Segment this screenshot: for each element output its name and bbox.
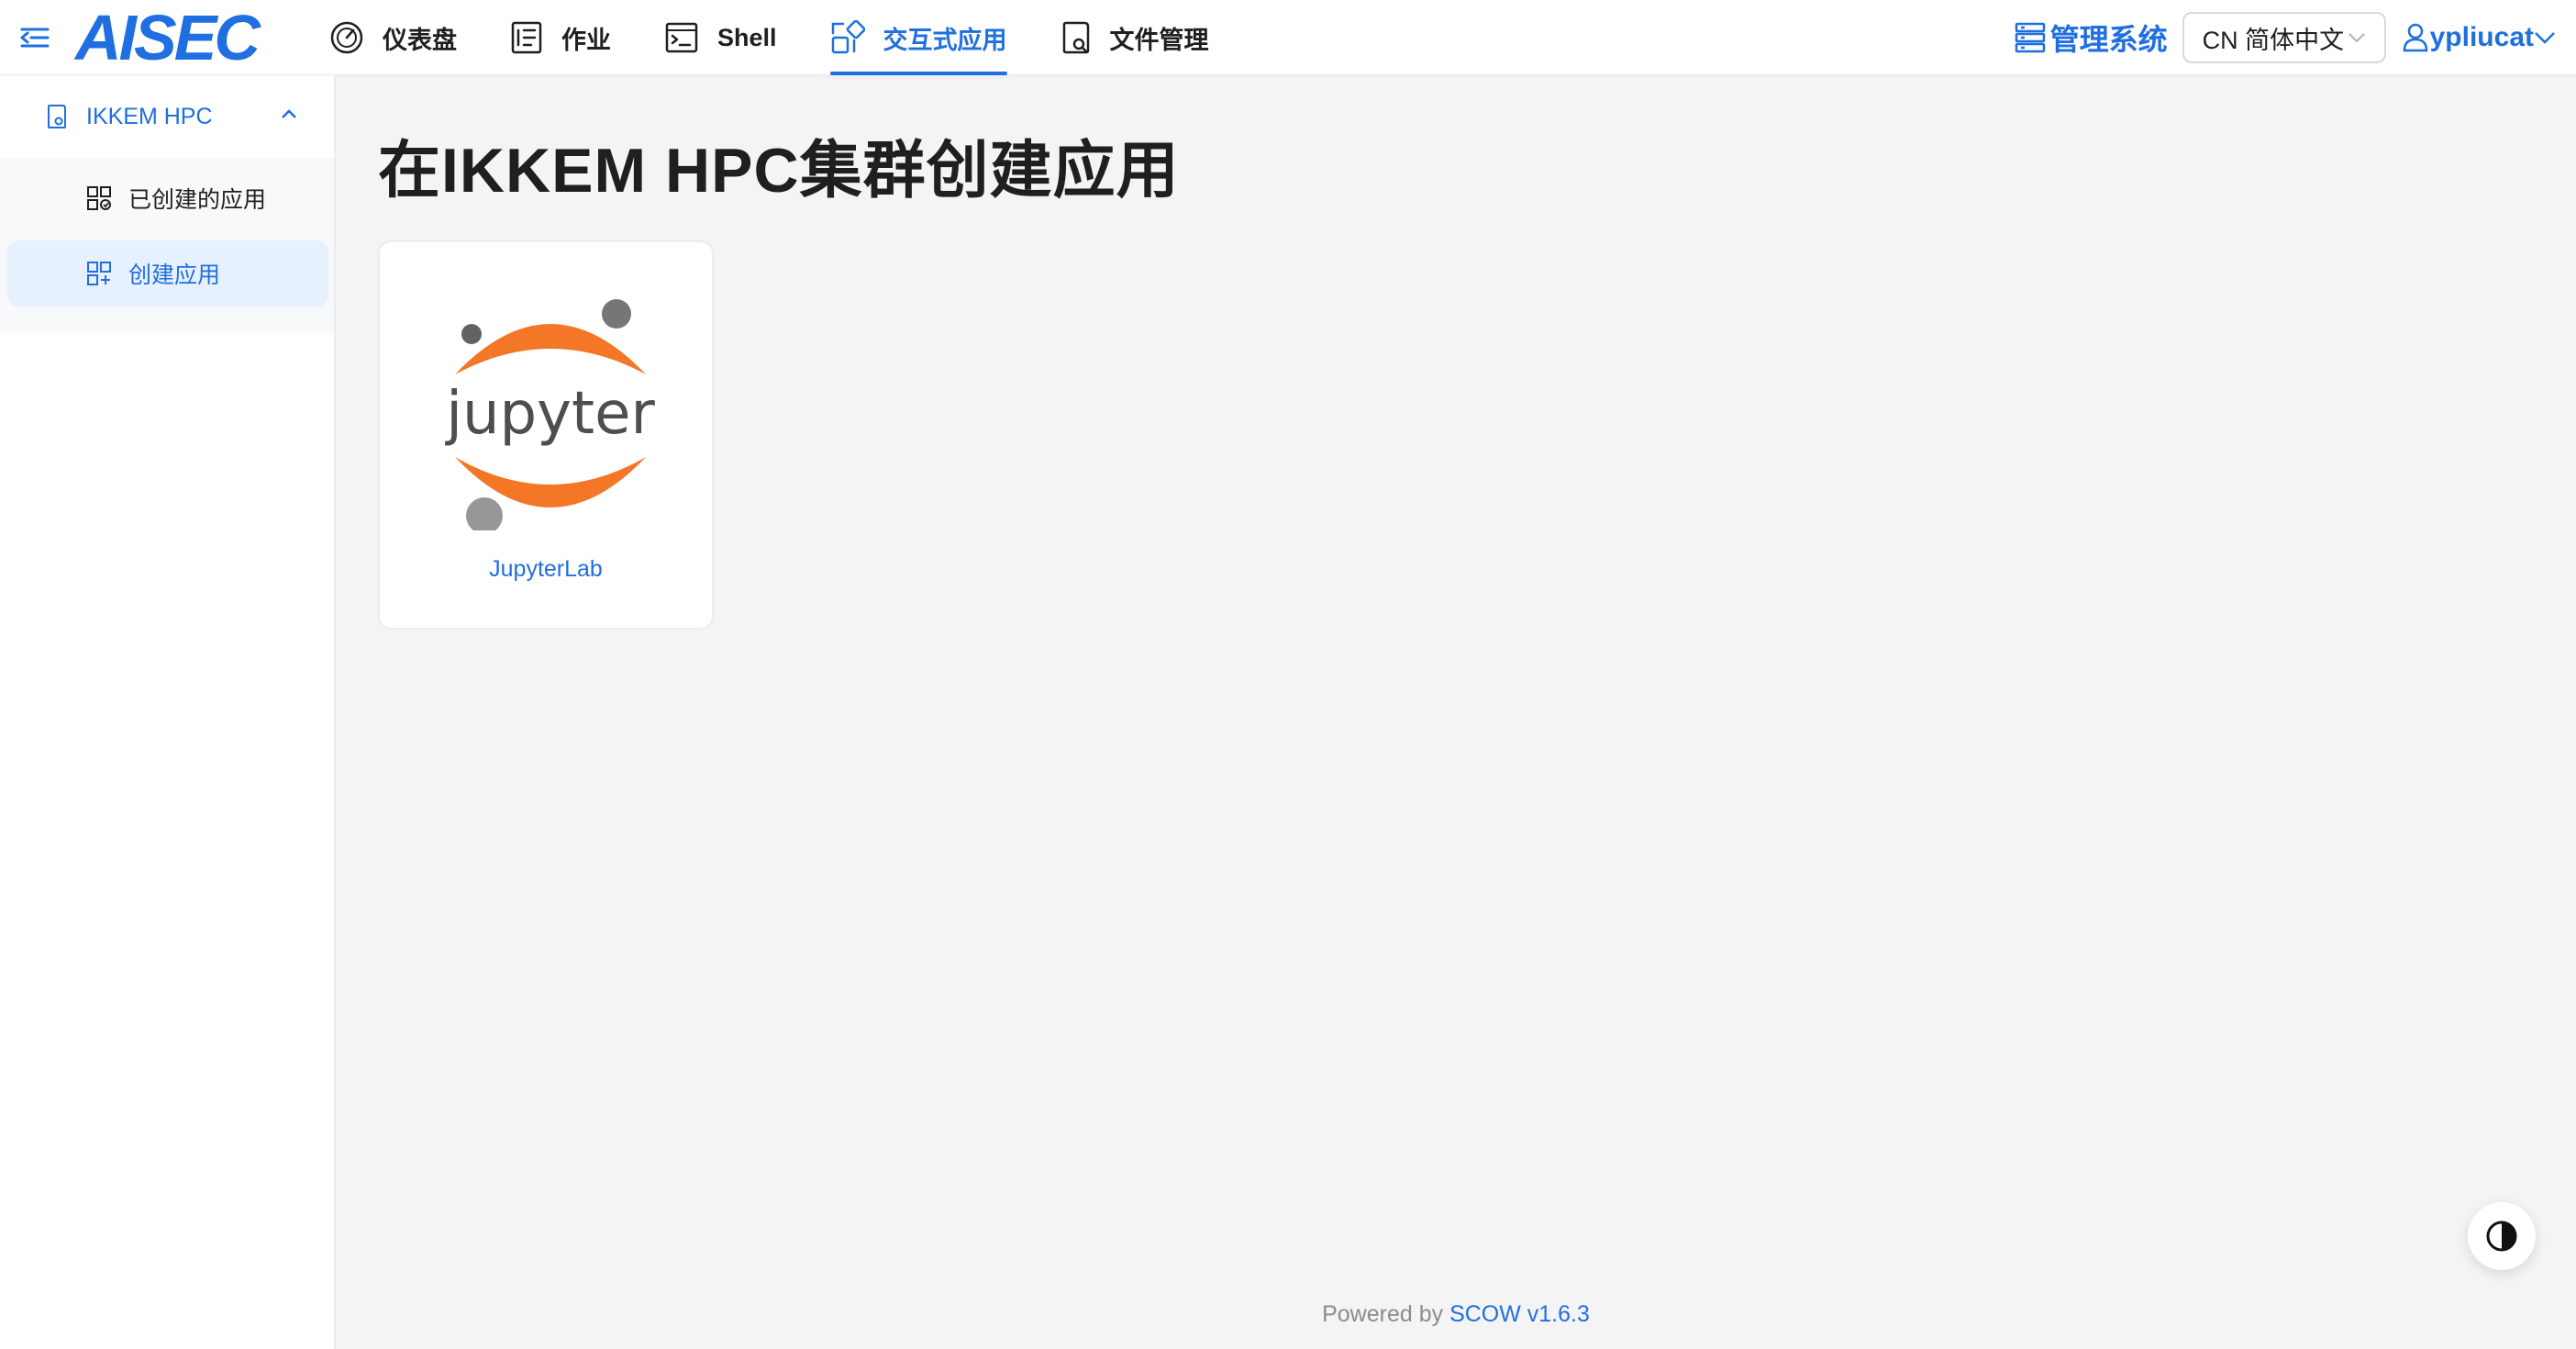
app-add-icon	[87, 262, 111, 285]
header-right: 管理系统 CN 简体中文 ypliucat	[2014, 0, 2558, 75]
sidebar-submenu: 已创建的应用 创建应用	[0, 158, 334, 332]
apps-created-icon	[87, 186, 111, 210]
terminal-icon	[665, 22, 698, 53]
language-select[interactable]: CN 简体中文	[2182, 12, 2386, 63]
server-icon	[2015, 22, 2045, 53]
admin-system-link[interactable]: 管理系统	[2014, 17, 2168, 59]
chevron-down-icon	[2535, 32, 2555, 44]
footer-prefix: Powered by	[1322, 1301, 1450, 1327]
sidebar-item-create-app[interactable]: 创建应用	[7, 240, 328, 307]
username: ypliucat	[2429, 22, 2534, 52]
nav-dashboard[interactable]: 仪表盘	[303, 0, 483, 75]
top-header: AISEC 仪表盘 作业 Shell 交互式应用 文件管理 管理系统 CN 简体…	[0, 0, 2576, 75]
admin-system-label: 管理系统	[2049, 23, 2168, 56]
page-title: 在IKKEM HPC集群创建应用	[378, 136, 1180, 206]
sidebar-group-ikkem-hpc[interactable]: IKKEM HPC	[0, 75, 334, 158]
scow-version-link[interactable]: SCOW v1.6.3	[1449, 1301, 1590, 1327]
nav-files-label: 文件管理	[1109, 26, 1209, 54]
language-value: CN 简体中文	[2202, 26, 2345, 54]
interactive-app-icon	[831, 20, 865, 54]
file-icon	[1062, 21, 1089, 54]
logo[interactable]: AISEC	[75, 2, 261, 73]
app-card-jupyterlab[interactable]: jupyter JupyterLab	[378, 240, 714, 630]
chevron-up-icon	[282, 109, 296, 118]
nav-interactive-apps-label: 交互式应用	[883, 26, 1007, 54]
sidebar-item-created-apps[interactable]: 已创建的应用	[7, 165, 328, 231]
main-nav: 仪表盘 作业 Shell 交互式应用 文件管理	[303, 0, 1236, 75]
contrast-icon	[2486, 1221, 2517, 1252]
user-menu[interactable]: ypliucat	[2403, 22, 2558, 53]
nav-dashboard-label: 仪表盘	[383, 26, 457, 54]
jupyter-logo-text: jupyter	[444, 380, 655, 448]
nav-files[interactable]: 文件管理	[1034, 0, 1236, 75]
footer: Powered by SCOW v1.6.3	[336, 1301, 2576, 1328]
job-icon	[511, 21, 542, 54]
sidebar-item-create-app-label: 创建应用	[128, 262, 221, 288]
user-icon	[2403, 23, 2427, 52]
app-name: JupyterLab	[489, 556, 603, 582]
nav-interactive-apps[interactable]: 交互式应用	[804, 0, 1034, 75]
dashboard-icon	[330, 21, 363, 54]
sidebar-group-label: IKKEM HPC	[86, 103, 213, 129]
chevron-down-icon	[2348, 33, 2365, 43]
cluster-icon	[48, 105, 66, 128]
menu-fold-icon[interactable]	[18, 22, 51, 53]
nav-shell[interactable]: Shell	[638, 0, 804, 75]
jupyter-logo: jupyter	[444, 299, 656, 530]
nav-jobs-label: 作业	[561, 26, 611, 54]
nav-shell-label: Shell	[717, 23, 777, 51]
sidebar: IKKEM HPC 已创建的应用 创建应用	[0, 75, 336, 1349]
sidebar-item-created-apps-label: 已创建的应用	[128, 187, 267, 213]
theme-toggle-button[interactable]	[2468, 1202, 2536, 1270]
nav-jobs[interactable]: 作业	[483, 0, 638, 75]
